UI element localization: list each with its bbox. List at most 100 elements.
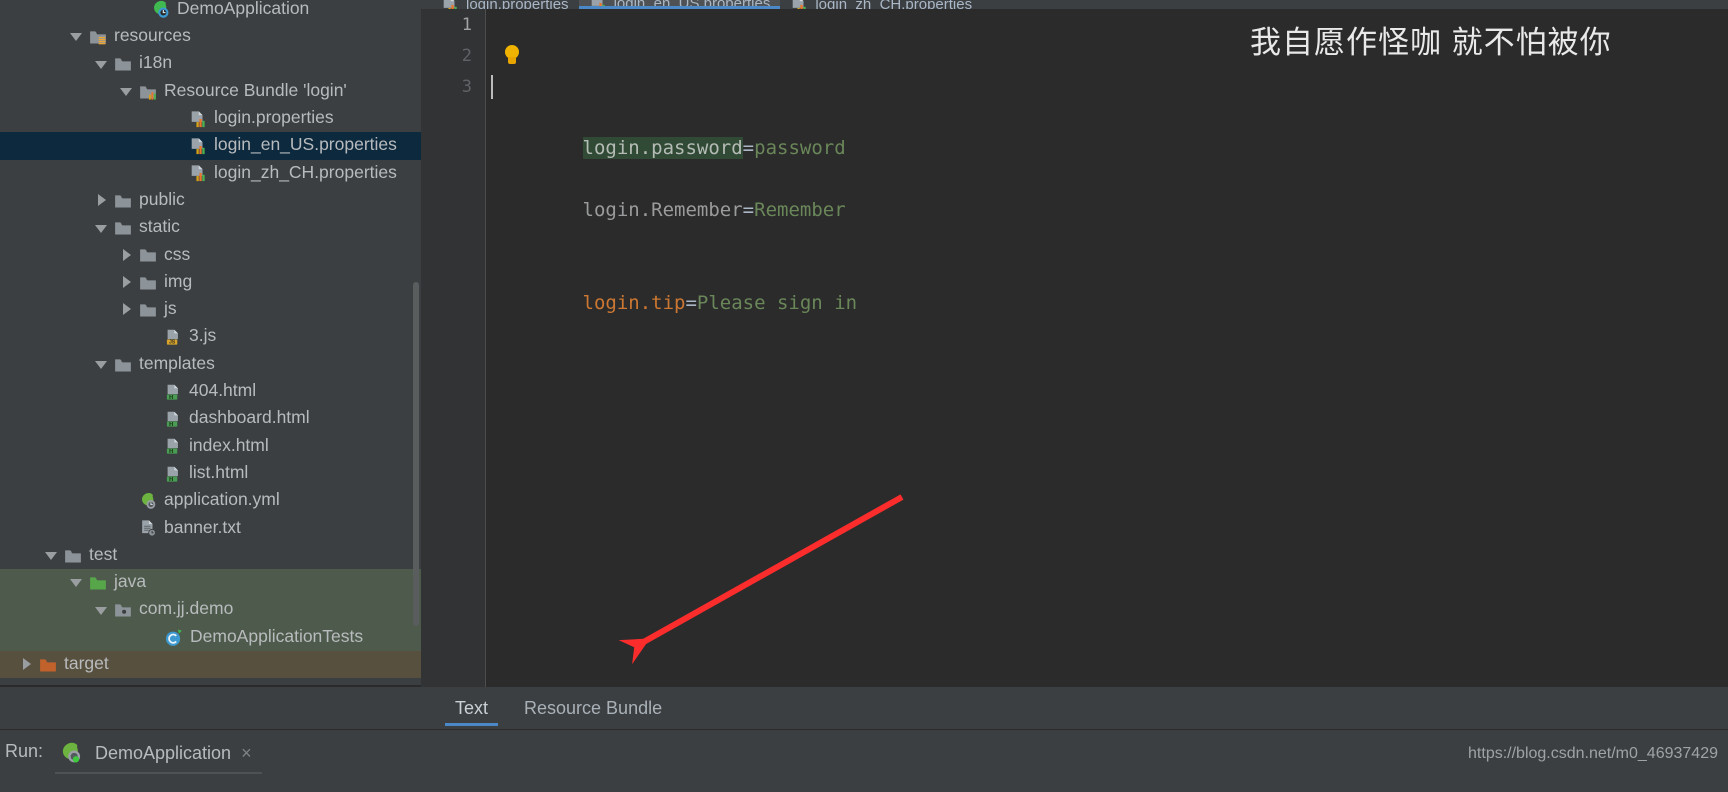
editor-code-text[interactable]: login.password=password login.Remember=R… xyxy=(491,9,1728,687)
tree-row-demoapplication[interactable]: DemoApplication xyxy=(0,0,421,23)
no-chevron-spacer xyxy=(145,413,158,426)
project-tree-scrollbar[interactable] xyxy=(413,282,419,626)
tree-row-label: 3.js xyxy=(189,325,217,346)
tree-row-com-jj-demo[interactable]: com.jj.demo xyxy=(0,596,421,624)
tree-row-test[interactable]: test xyxy=(0,542,421,569)
tree-row-demoapplicationtests[interactable]: DemoApplicationTests xyxy=(0,623,421,652)
no-chevron-spacer xyxy=(145,331,158,344)
html-file-icon: H xyxy=(164,437,189,455)
editor-bottom-tabs[interactable]: Text Resource Bundle xyxy=(421,687,1728,729)
svg-text:H: H xyxy=(169,449,173,455)
tree-row-label: dashboard.html xyxy=(189,407,310,428)
line-number: 1 xyxy=(461,15,472,35)
tree-row-css[interactable]: css xyxy=(0,242,421,269)
no-chevron-spacer xyxy=(170,167,183,180)
editor-area[interactable]: login.properties login_en_US.properties lo… xyxy=(421,0,1728,687)
editor-file-tabbar[interactable]: login.properties login_en_US.properties lo… xyxy=(421,0,1728,9)
js-file-icon: JS xyxy=(164,328,189,346)
resource-bundle-icon xyxy=(139,83,164,101)
chevron-down-icon[interactable] xyxy=(45,549,58,562)
tree-row-login-properties[interactable]: login.properties xyxy=(0,105,421,132)
tree-row-label: DemoApplication xyxy=(177,0,310,18)
tree-row-img[interactable]: img xyxy=(0,269,421,296)
chevron-down-icon[interactable] xyxy=(70,576,83,589)
tree-row-label: java xyxy=(114,571,147,592)
editor-bottom-tab-resource-bundle[interactable]: Resource Bundle xyxy=(506,687,680,729)
svg-text:H: H xyxy=(169,476,173,482)
editor-tab-login_zh_CH-properties[interactable]: login_zh_CH.properties xyxy=(780,0,982,9)
property-value: Remember xyxy=(754,199,846,221)
test-class-icon xyxy=(164,628,190,647)
tree-row-login-en-us-properties[interactable]: login_en_US.properties xyxy=(0,132,421,160)
tree-row-templates[interactable]: templates xyxy=(0,351,421,378)
tree-row-label: js xyxy=(164,298,177,319)
chevron-down-icon[interactable] xyxy=(95,358,108,371)
no-chevron-spacer xyxy=(170,140,183,153)
tree-row-label: resources xyxy=(114,25,191,46)
tree-row-public[interactable]: public xyxy=(0,187,421,214)
text-file-icon xyxy=(139,519,164,537)
intention-lightbulb-icon[interactable] xyxy=(503,45,521,67)
project-tree-panel[interactable]: DemoApplication resources i18n Resource Bun… xyxy=(0,0,421,687)
folder-icon xyxy=(114,219,139,237)
no-chevron-spacer xyxy=(120,494,133,507)
tree-row-3-js[interactable]: JS 3.js xyxy=(0,324,421,351)
tree-row-login-zh-ch-properties[interactable]: login_zh_CH.properties xyxy=(0,160,421,187)
lightbulb-base xyxy=(508,57,516,64)
editor-tab-strip: login.properties login_en_US.properties lo… xyxy=(431,0,982,9)
folder-icon xyxy=(139,274,164,292)
editor-tab-login_en_US-properties[interactable]: login_en_US.properties xyxy=(578,0,781,9)
panel-divider xyxy=(0,685,421,687)
property-key: login.tip xyxy=(582,292,686,314)
chevron-right-icon[interactable] xyxy=(120,248,133,262)
line-number: 2 xyxy=(461,46,472,66)
chevron-down-icon[interactable] xyxy=(95,58,108,71)
tree-row-static[interactable]: static xyxy=(0,214,421,241)
html-file-icon: H xyxy=(164,383,189,401)
editor-tab-login-properties[interactable]: login.properties xyxy=(431,0,579,9)
chevron-right-icon[interactable] xyxy=(20,658,33,671)
editor-bottom-tab-text[interactable]: Text xyxy=(437,687,506,729)
properties-file-icon xyxy=(189,137,214,155)
properties-file-icon xyxy=(441,0,466,9)
chevron-down-icon[interactable] xyxy=(70,30,83,43)
chevron-down-icon[interactable] xyxy=(95,222,108,235)
tree-row-js[interactable]: js xyxy=(0,296,421,323)
equals-sign: = xyxy=(742,199,755,221)
tree-row-label: Resource Bundle 'login' xyxy=(164,79,347,100)
chevron-right-icon[interactable] xyxy=(120,276,133,289)
tree-row-resource-bundle-login[interactable]: Resource Bundle 'login' xyxy=(0,78,421,105)
chevron-down-icon[interactable] xyxy=(95,604,108,617)
tree-row-index-html[interactable]: Hindex.html xyxy=(0,433,421,460)
tree-row-target[interactable]: target xyxy=(0,651,421,679)
properties-file-icon xyxy=(189,164,214,182)
properties-file-icon xyxy=(189,110,214,128)
tree-row-application-yml[interactable]: application.yml xyxy=(0,487,421,514)
run-configuration-tab[interactable]: DemoApplication × xyxy=(60,738,252,768)
chevron-right-icon[interactable] xyxy=(95,194,108,207)
tree-row-label: target xyxy=(64,653,109,674)
close-icon[interactable]: × xyxy=(241,743,252,764)
tree-row-banner-txt[interactable]: banner.txt xyxy=(0,515,421,542)
tree-row-list-html[interactable]: Hlist.html xyxy=(0,460,421,487)
tree-row-404-html[interactable]: H 404.html xyxy=(0,378,421,405)
tree-row-resources[interactable]: resources xyxy=(0,23,421,50)
no-chevron-spacer xyxy=(170,112,183,125)
run-tab-underline xyxy=(55,772,262,774)
run-tool-window-header: Run: DemoApplication × https://blog.csdn… xyxy=(0,729,1728,792)
tree-row-dashboard-html[interactable]: Hdashboard.html xyxy=(0,405,421,432)
tree-row-label: i18n xyxy=(139,52,173,73)
no-chevron-spacer xyxy=(145,440,158,453)
editor-gutter[interactable]: 1 2 3 xyxy=(421,9,486,687)
properties-file-icon xyxy=(790,0,815,9)
code-line: login.password=password xyxy=(491,71,1728,159)
html-file-icon: H xyxy=(164,410,189,428)
folder-icon xyxy=(114,192,139,210)
tree-row-i18n[interactable]: i18n xyxy=(0,51,421,78)
chevron-right-icon[interactable] xyxy=(120,303,133,316)
chevron-down-icon[interactable] xyxy=(120,85,133,98)
tree-row-label: public xyxy=(139,188,185,209)
folder-icon xyxy=(139,301,164,319)
editor-tab-label: login.properties xyxy=(466,0,569,9)
tree-row-java[interactable]: java xyxy=(0,569,421,597)
